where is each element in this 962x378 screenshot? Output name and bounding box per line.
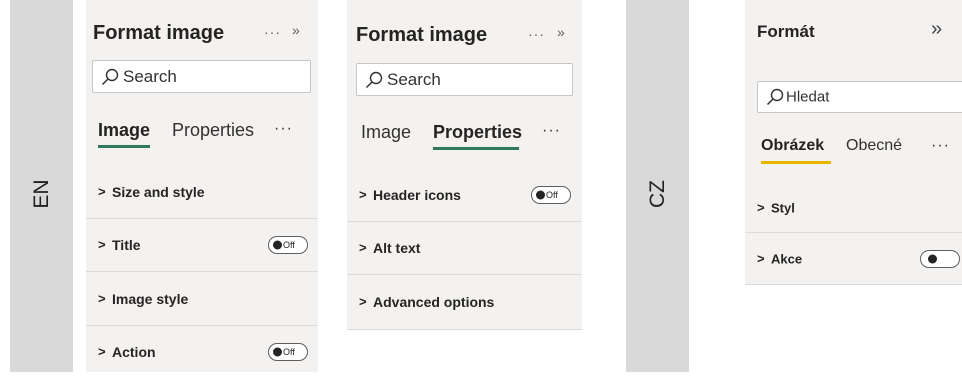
- language-bar-en: EN: [10, 0, 73, 372]
- title-toggle[interactable]: Off: [268, 236, 308, 254]
- toggle-knob: [273, 347, 282, 357]
- search-input[interactable]: Hledat: [757, 81, 962, 113]
- active-tab-underline: [433, 147, 519, 150]
- tab-image[interactable]: Image: [98, 120, 150, 141]
- format-image-pane-properties-tab: Format image ··· » Search Image Properti…: [347, 0, 582, 330]
- action-toggle[interactable]: Off: [268, 343, 308, 361]
- section-styl[interactable]: > Styl: [745, 183, 962, 233]
- section-akce[interactable]: > Akce: [745, 233, 962, 285]
- chevron-right-icon: >: [98, 290, 106, 306]
- header-icons-toggle[interactable]: Off: [531, 185, 571, 204]
- pane-title: Format image: [93, 22, 225, 44]
- section-advanced-options[interactable]: > Advanced options: [347, 275, 582, 330]
- tab-properties[interactable]: Properties: [172, 120, 254, 141]
- akce-toggle[interactable]: [920, 249, 960, 268]
- search-input[interactable]: Search: [356, 63, 573, 96]
- search-icon: [101, 68, 119, 85]
- format-pane-cz: Formát » Hledat Obrázek Obecné ··· > Sty…: [745, 0, 962, 285]
- section-alt-text[interactable]: > Alt text: [347, 222, 582, 275]
- pane-title: Format image: [356, 24, 488, 46]
- tab-properties[interactable]: Properties: [433, 122, 522, 143]
- pane-title: Formát: [757, 22, 815, 41]
- toggle-knob: [273, 240, 282, 250]
- language-bar-cz: CZ: [626, 0, 689, 372]
- ellipsis-icon[interactable]: ···: [528, 26, 545, 42]
- search-placeholder: Search: [123, 66, 177, 86]
- chevron-right-icon: >: [359, 294, 367, 310]
- double-chevron-right-icon[interactable]: »: [292, 22, 301, 38]
- chevron-right-icon: >: [359, 240, 367, 256]
- search-input[interactable]: Search: [92, 60, 311, 93]
- chevron-right-icon: >: [98, 344, 106, 360]
- chevron-right-icon: >: [98, 183, 106, 199]
- tab-image[interactable]: Image: [361, 122, 411, 143]
- section-header-icons[interactable]: > Header icons Off: [347, 168, 582, 222]
- section-image-style[interactable]: > Image style: [86, 272, 318, 326]
- chevron-right-icon: >: [98, 237, 106, 253]
- toggle-knob: [928, 254, 937, 263]
- search-placeholder: Search: [387, 69, 441, 89]
- search-placeholder: Hledat: [786, 88, 830, 106]
- section-title[interactable]: > Title Off: [86, 219, 318, 272]
- double-chevron-right-icon[interactable]: »: [557, 24, 566, 40]
- section-size-and-style[interactable]: > Size and style: [86, 165, 318, 219]
- chevron-right-icon: >: [757, 199, 765, 215]
- active-tab-underline: [761, 161, 831, 164]
- section-action[interactable]: > Action Off: [86, 326, 318, 378]
- chevron-right-icon: >: [359, 186, 367, 202]
- ellipsis-icon[interactable]: ···: [264, 24, 281, 40]
- search-icon: [365, 71, 383, 88]
- toggle-knob: [536, 190, 545, 199]
- format-image-pane-image-tab: Format image ··· » Search Image Properti…: [86, 0, 318, 372]
- active-tab-underline: [98, 145, 150, 148]
- tab-overflow-ellipsis[interactable]: ···: [274, 120, 293, 138]
- tab-overflow-ellipsis[interactable]: ···: [931, 137, 950, 155]
- tab-obrazek[interactable]: Obrázek: [761, 137, 824, 155]
- tab-overflow-ellipsis[interactable]: ···: [542, 122, 561, 140]
- language-label-en: EN: [30, 179, 53, 209]
- search-icon: [766, 88, 784, 106]
- double-chevron-right-icon[interactable]: »: [931, 18, 943, 41]
- tab-obecne[interactable]: Obecné: [846, 137, 902, 155]
- language-label-cz: CZ: [646, 180, 669, 208]
- chevron-right-icon: >: [757, 250, 765, 266]
